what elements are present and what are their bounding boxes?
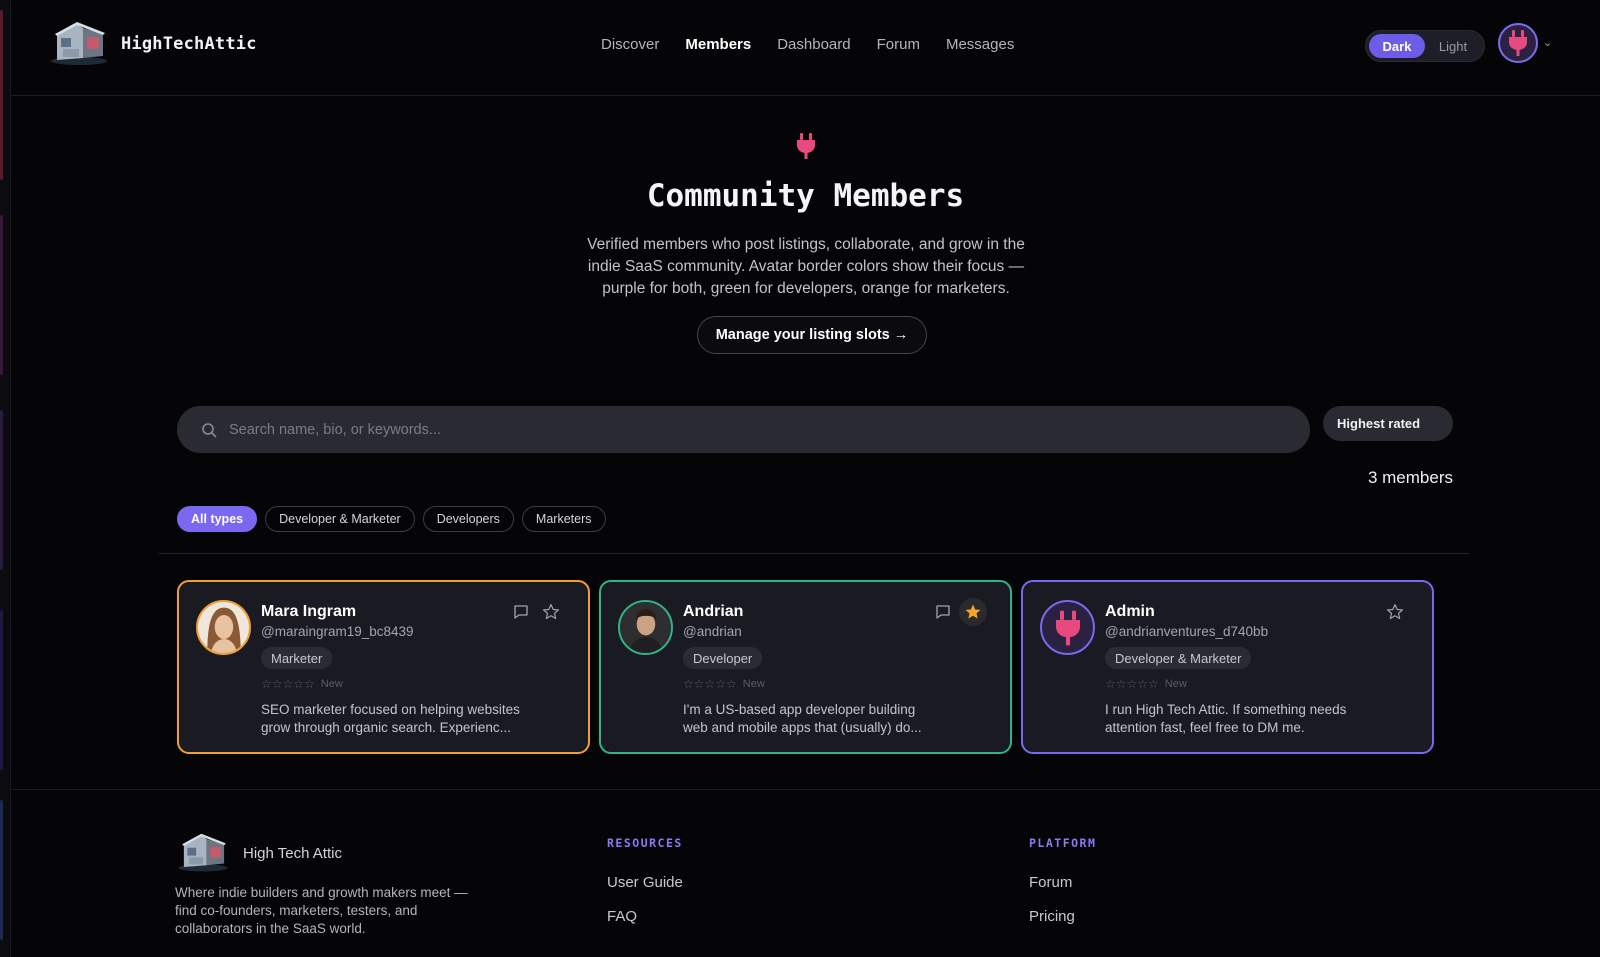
role-badge: Marketer: [261, 647, 333, 669]
member-bio: I'm a US-based app developer building we…: [683, 701, 983, 737]
footer-link-user-guide[interactable]: User Guide: [607, 874, 683, 891]
filter-developer-marketer[interactable]: Developer & Marketer: [265, 506, 415, 532]
filter-all-types[interactable]: All types: [177, 506, 258, 532]
star-outline-icon: ☆☆☆☆☆: [683, 677, 737, 691]
footer-brand[interactable]: High Tech Attic: [175, 832, 342, 874]
bio-line: SEO marketer focused on helping websites: [261, 702, 520, 717]
nav-dashboard[interactable]: Dashboard: [777, 36, 850, 53]
manage-listing-slots-button[interactable]: Manage your listing slots →: [697, 316, 927, 354]
footer-link-faq[interactable]: FAQ: [607, 908, 683, 925]
member-card-andrian[interactable]: Andrian @andrian Developer ☆☆☆☆☆ New I'm…: [599, 580, 1012, 754]
footer-description: Where indie builders and growth makers m…: [175, 885, 468, 936]
plug-icon: [1055, 610, 1080, 645]
member-bio: I run High Tech Attic. If something need…: [1105, 701, 1405, 737]
chevron-down-icon[interactable]: ⌄: [1543, 36, 1552, 49]
favorite-star-filled-icon[interactable]: [959, 598, 987, 626]
main-nav: Discover Members Dashboard Forum Message…: [601, 36, 1014, 53]
rating-new-label: New: [1164, 678, 1187, 690]
member-card-mara-ingram[interactable]: Mara Ingram @maraingram19_bc8439 Markete…: [177, 580, 590, 754]
member-handle: @maraingram19_bc8439: [261, 624, 414, 639]
search-bar: [177, 406, 1310, 453]
member-handle: @andrianventures_d740bb: [1105, 624, 1269, 639]
theme-light-option[interactable]: Light: [1425, 34, 1481, 58]
footer-divider: [11, 789, 1600, 790]
member-name: Mara Ingram: [261, 603, 357, 620]
member-bio: SEO marketer focused on helping websites…: [261, 701, 561, 737]
member-count: 3 members: [1367, 468, 1453, 487]
footer-resources: RESOURCES User Guide FAQ: [607, 836, 683, 942]
type-filters: All types Developer & Marketer Developer…: [177, 506, 606, 532]
bio-line: I run High Tech Attic. If something need…: [1105, 702, 1347, 717]
bio-line: I'm a US-based app developer building: [683, 702, 916, 717]
footer-platform: PLATFORM Forum Pricing: [1029, 836, 1096, 942]
app-frame: HighTechAttic Discover Members Dashboard…: [11, 0, 1600, 957]
avatar: [618, 600, 673, 655]
bio-line: web and mobile apps that (usually) do...: [683, 720, 922, 735]
user-avatar-button[interactable]: [1498, 23, 1538, 63]
footer-heading: PLATFORM: [1029, 836, 1097, 850]
sort-select[interactable]: Highest rated: [1323, 406, 1453, 441]
plug-icon: [796, 133, 816, 164]
star-rating: ☆☆☆☆☆ New: [683, 677, 765, 691]
footer-link-pricing[interactable]: Pricing: [1029, 908, 1096, 925]
favorite-star-icon[interactable]: [1383, 600, 1407, 624]
avatar: [1040, 600, 1095, 655]
nav-messages[interactable]: Messages: [946, 36, 1014, 53]
bio-line: grow through organic search. Experienc..…: [261, 720, 511, 735]
role-badge: Developer & Marketer: [1105, 647, 1252, 669]
filter-developers[interactable]: Developers: [422, 506, 514, 532]
footer-heading: RESOURCES: [607, 836, 683, 850]
member-name: Andrian: [683, 603, 744, 620]
footer-link-forum[interactable]: Forum: [1029, 874, 1096, 891]
star-rating: ☆☆☆☆☆ New: [261, 677, 343, 691]
divider: [159, 553, 1469, 554]
message-icon[interactable]: [931, 600, 955, 624]
window-left-rail: [0, 0, 11, 957]
favorite-star-icon[interactable]: [539, 600, 563, 624]
rating-new-label: New: [320, 678, 343, 690]
avatar: [196, 600, 251, 655]
member-name: Admin: [1105, 603, 1155, 620]
house-logo-icon: [49, 20, 111, 68]
bio-line: attention fast, feel free to DM me.: [1105, 720, 1305, 735]
nav-discover[interactable]: Discover: [601, 36, 659, 53]
message-icon[interactable]: [509, 600, 533, 624]
theme-dark-option[interactable]: Dark: [1369, 34, 1425, 58]
nav-members[interactable]: Members: [685, 36, 751, 53]
page-subtitle: Verified members who post listings, coll…: [587, 236, 1025, 297]
theme-toggle: Dark Light: [1365, 30, 1485, 62]
brand-link[interactable]: HighTechAttic: [49, 20, 257, 68]
nav-forum[interactable]: Forum: [877, 36, 920, 53]
search-input[interactable]: [229, 421, 1279, 438]
star-outline-icon: ☆☆☆☆☆: [261, 677, 315, 691]
house-logo-icon: [178, 833, 228, 872]
member-card-admin[interactable]: Admin @andrianventures_d740bb Developer …: [1021, 580, 1434, 754]
brand-name: HighTechAttic: [121, 34, 257, 54]
footer-brand-name: High Tech Attic: [243, 844, 342, 862]
role-badge: Developer: [683, 647, 763, 669]
search-icon: [202, 422, 217, 437]
member-handle: @andrian: [683, 624, 742, 639]
plug-icon: [1509, 30, 1527, 56]
top-navbar: HighTechAttic Discover Members Dashboard…: [11, 0, 1600, 96]
page-title: Community Members: [646, 178, 965, 214]
star-outline-icon: ☆☆☆☆☆: [1105, 677, 1159, 691]
rating-new-label: New: [742, 678, 765, 690]
filter-marketers[interactable]: Marketers: [521, 506, 606, 532]
star-rating: ☆☆☆☆☆ New: [1105, 677, 1187, 691]
